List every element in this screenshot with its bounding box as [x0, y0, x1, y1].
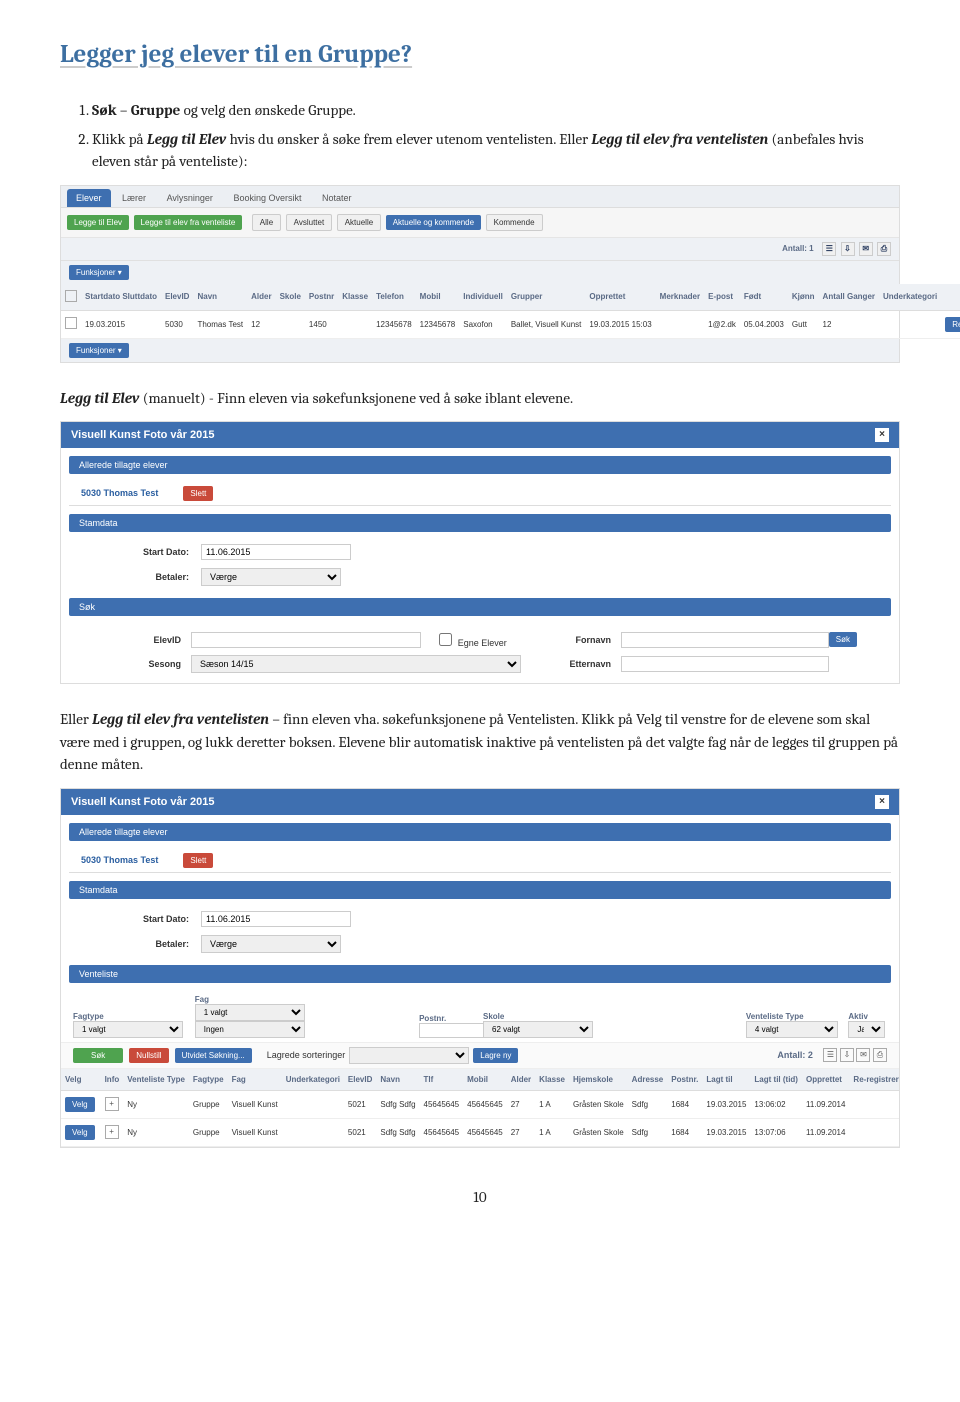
chip-avsluttet[interactable]: Avsluttet — [286, 214, 333, 231]
allerede-header-2: Allerede tillagte elever — [69, 823, 891, 841]
velg-button[interactable]: Velg — [65, 1097, 95, 1112]
count-bar: Antall: 1 ☰ ⇩ ✉ ⎙ — [61, 238, 899, 261]
fag-select[interactable]: 1 valgt — [195, 1004, 305, 1021]
betaler-label: Betaler: — [109, 572, 201, 582]
step-1: Søk – Gruppe og velg den ønskede Gruppe. — [92, 99, 900, 122]
mid-paragraph: Legg til Elev (manuelt) - Finn eleven vi… — [60, 387, 900, 410]
step-2: Klikk på Legg til Elev hvis du ønsker å … — [92, 128, 900, 173]
betaler-select[interactable]: Værge — [201, 568, 341, 586]
tab-notater[interactable]: Notater — [313, 189, 361, 207]
close-icon[interactable]: × — [875, 795, 889, 809]
export-csv-icon[interactable]: ⇩ — [840, 1048, 854, 1062]
postnr-input[interactable] — [419, 1023, 484, 1038]
mail-icon[interactable]: ✉ — [856, 1048, 870, 1062]
elever-panel: Elever Lærer Avlysninger Booking Oversik… — [60, 185, 900, 363]
page-title: Legger jeg elever til en Gruppe? — [60, 40, 900, 69]
venteliste-modal: Visuell Kunst Foto vår 2015 × Allerede t… — [60, 788, 900, 1148]
export-excel-icon[interactable]: ☰ — [823, 1048, 837, 1062]
skole-select[interactable]: 62 valgt — [483, 1021, 593, 1038]
fagtype-select[interactable]: 1 valgt — [73, 1021, 183, 1038]
elevid-label: ElevID — [101, 635, 181, 645]
stamdata-header-2: Stamdata — [69, 881, 891, 899]
close-icon[interactable]: × — [875, 428, 889, 442]
row-checkbox[interactable] — [65, 317, 77, 329]
legge-til-elev-button[interactable]: Legge til Elev — [67, 215, 129, 230]
lagrede-select[interactable] — [349, 1047, 469, 1064]
vl-nullstill-button[interactable]: Nullstill — [129, 1048, 168, 1063]
aktiv-select[interactable]: Ja — [848, 1021, 885, 1038]
export-icons-2: ☰ ⇩ ✉ ⎙ — [823, 1048, 887, 1062]
modal2-title: Visuell Kunst Foto vår 2015 — [71, 796, 214, 808]
etternavn-input[interactable] — [621, 656, 829, 672]
start-dato-label: Start Dato: — [109, 547, 201, 557]
sok-button[interactable]: Søk — [829, 632, 857, 647]
lower-paragraph: Eller Legg til elev fra ventelisten – fi… — [60, 708, 900, 776]
expand-icon[interactable]: + — [105, 1125, 119, 1139]
elever-table: Startdato SluttdatoElevIDNavnAlderSkoleP… — [61, 284, 960, 339]
sesong-label: Sesong — [101, 659, 181, 669]
tab-laerer[interactable]: Lærer — [113, 189, 155, 207]
rediger-button[interactable]: Rediger — [945, 317, 960, 332]
chip-alle[interactable]: Alle — [252, 214, 281, 231]
fornavn-label: Fornavn — [531, 635, 611, 645]
steps-list: Søk – Gruppe og velg den ønskede Gruppe.… — [60, 99, 900, 173]
tab-elever[interactable]: Elever — [67, 189, 111, 207]
velg-button[interactable]: Velg — [65, 1125, 95, 1140]
start-dato-label-2: Start Dato: — [109, 914, 201, 924]
chip-aktuelle[interactable]: Aktuelle — [337, 214, 381, 231]
vl-count: Antall: 2 — [777, 1050, 813, 1060]
lagrede-label: Lagrede sorteringer — [267, 1050, 346, 1060]
elevid-input[interactable] — [191, 632, 421, 648]
export-excel-icon[interactable]: ☰ — [822, 242, 836, 256]
start-dato-input-2[interactable] — [201, 911, 351, 927]
vl-utvidet-button[interactable]: Utvidet Søkning... — [175, 1048, 252, 1063]
betaler-label-2: Betaler: — [109, 939, 201, 949]
page-number: 10 — [60, 1188, 900, 1206]
venteliste-table: VelgInfoVenteliste TypeFagtypeFagUnderka… — [61, 1069, 899, 1147]
allerede-header: Allerede tillagte elever — [69, 456, 891, 474]
chip-kommende[interactable]: Kommende — [486, 214, 543, 231]
export-icons: ☰ ⇩ ✉ ⎙ — [820, 244, 891, 253]
venteliste-header: Venteliste — [69, 965, 891, 983]
funksjoner-dropdown-bottom[interactable]: Funksjoner ▾ — [69, 343, 129, 358]
slett-student-button[interactable]: Slett — [183, 486, 213, 501]
export-csv-icon[interactable]: ⇩ — [841, 242, 855, 256]
student-link[interactable]: 5030 Thomas Test — [81, 488, 158, 498]
student-link-2[interactable]: 5030 Thomas Test — [81, 855, 158, 865]
add-elev-modal: Visuell Kunst Foto vår 2015 × Allerede t… — [60, 421, 900, 684]
table-row: Velg + NyGruppeVisuell Kunst5021Sdfg Sdf… — [61, 1090, 899, 1118]
table-row: Velg + NyGruppeVisuell Kunst5021Sdfg Sdf… — [61, 1118, 899, 1146]
fag-select-2[interactable]: Ingen — [195, 1021, 305, 1038]
fornavn-input[interactable] — [621, 632, 829, 648]
stamdata-header: Stamdata — [69, 514, 891, 532]
tab-avlysninger[interactable]: Avlysninger — [158, 189, 222, 207]
chip-aktuelle-kommende[interactable]: Aktuelle og kommende — [386, 215, 481, 230]
sok-header: Søk — [69, 598, 891, 616]
start-dato-input[interactable] — [201, 544, 351, 560]
count-label: Antall: 1 — [782, 244, 814, 253]
vl-sok-button[interactable]: Søk — [73, 1048, 123, 1063]
print-icon[interactable]: ⎙ — [873, 1048, 887, 1062]
print-icon[interactable]: ⎙ — [877, 242, 891, 256]
expand-icon[interactable]: + — [105, 1097, 119, 1111]
egne-elever-checkbox[interactable] — [439, 633, 452, 646]
mail-icon[interactable]: ✉ — [859, 242, 873, 256]
sesong-select[interactable]: Sæson 14/15 — [191, 655, 521, 673]
tab-bar: Elever Lærer Avlysninger Booking Oversik… — [61, 186, 899, 208]
slett-student-button-2[interactable]: Slett — [183, 853, 213, 868]
betaler-select-2[interactable]: Værge — [201, 935, 341, 953]
modal-title: Visuell Kunst Foto vår 2015 — [71, 429, 214, 441]
funksjoner-dropdown-top[interactable]: Funksjoner ▾ — [69, 265, 129, 280]
legge-til-elev-venteliste-button[interactable]: Legge til elev fra venteliste — [134, 215, 243, 230]
etternavn-label: Etternavn — [531, 659, 611, 669]
lagre-ny-button[interactable]: Lagre ny — [473, 1048, 518, 1063]
toolbar: Legge til Elev Legge til elev fra ventel… — [61, 208, 899, 238]
vltype-select[interactable]: 4 valgt — [746, 1021, 838, 1038]
table-row: 19.03.2015 5030 Thomas Test 12 1450 1234… — [61, 310, 960, 338]
select-all-checkbox[interactable] — [65, 290, 77, 302]
tab-booking-oversikt[interactable]: Booking Oversikt — [224, 189, 310, 207]
